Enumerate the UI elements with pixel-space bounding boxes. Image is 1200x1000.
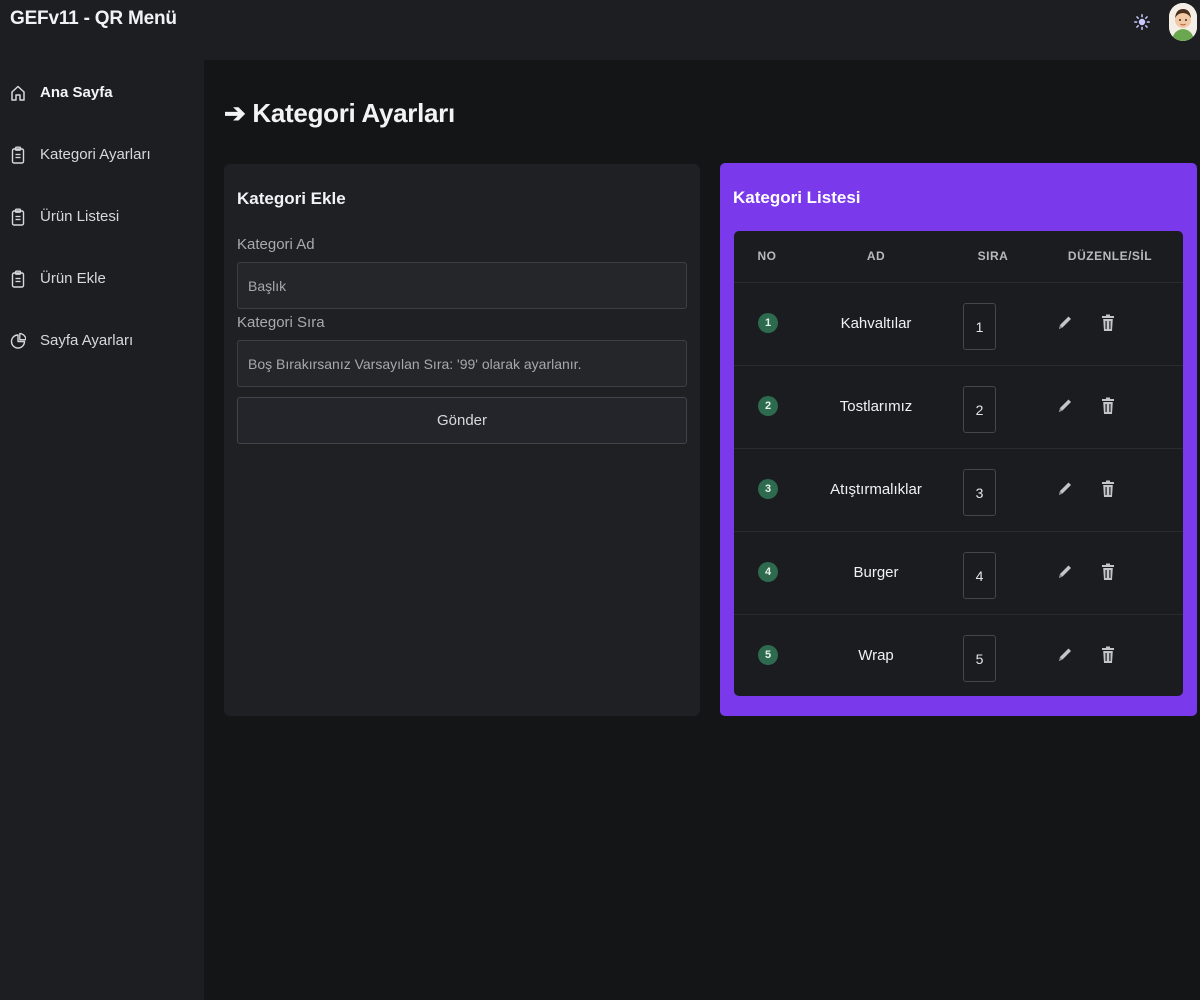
column-header-name: AD <box>866 249 886 263</box>
sidebar-item-ana-sayfa[interactable]: Ana Sayfa <box>0 72 204 112</box>
pencil-icon[interactable] <box>1056 396 1074 416</box>
pie-chart-icon <box>10 332 26 349</box>
table-row: 1 Kahvaltılar <box>734 282 1183 365</box>
trash-icon[interactable] <box>1100 479 1116 499</box>
trash-icon[interactable] <box>1100 645 1116 665</box>
order-input[interactable] <box>963 386 996 433</box>
trash-icon[interactable] <box>1100 562 1116 582</box>
sidebar-item-sayfa-ayarlari[interactable]: Sayfa Ayarları <box>0 320 204 360</box>
pencil-icon[interactable] <box>1056 645 1074 665</box>
table-row: 2 Tostlarımız <box>734 365 1183 448</box>
category-name: Kahvaltılar <box>840 315 912 332</box>
table-row: 4 Burger <box>734 531 1183 614</box>
add-category-card: Kategori Ekle Kategori Ad Kategori Sıra … <box>224 164 700 716</box>
category-list-title: Kategori Listesi <box>733 188 861 207</box>
row-number-badge: 1 <box>758 313 778 333</box>
pencil-icon[interactable] <box>1056 313 1074 333</box>
category-name: Burger <box>853 564 899 581</box>
category-order-input[interactable] <box>237 340 687 387</box>
column-header-order: SIRA <box>977 249 1009 263</box>
main-content: ➔ Kategori Ayarları Kategori Ekle Katego… <box>204 60 1200 1000</box>
trash-icon[interactable] <box>1100 313 1116 333</box>
order-input[interactable] <box>963 552 996 599</box>
submit-button[interactable]: Gönder <box>237 397 687 444</box>
sidebar-item-label: Sayfa Ayarları <box>40 332 134 349</box>
sidebar-item-urun-listesi[interactable]: Ürün Listesi <box>0 196 204 236</box>
table-row: 5 Wrap <box>734 614 1183 696</box>
avatar[interactable] <box>1169 3 1197 41</box>
sidebar-item-label: Ürün Listesi <box>40 208 120 225</box>
table-row: 3 Atıştırmalıklar <box>734 448 1183 531</box>
category-name-input[interactable] <box>237 262 687 309</box>
column-header-actions: DÜZENLE/SİL <box>1067 249 1153 263</box>
category-order-label: Kategori Sıra <box>237 314 325 331</box>
sun-icon[interactable] <box>1130 10 1154 34</box>
order-input[interactable] <box>963 469 996 516</box>
add-category-title: Kategori Ekle <box>237 189 346 208</box>
row-number-badge: 4 <box>758 562 778 582</box>
top-bar: GEFv11 - QR Menü <box>0 0 1200 60</box>
category-table: NO AD SIRA DÜZENLE/SİL 1 Kahvaltılar 1 2… <box>734 231 1183 696</box>
category-name: Tostlarımız <box>839 398 913 415</box>
category-name: Atıştırmalıklar <box>830 481 922 498</box>
sidebar-item-kategori-ayarlari[interactable]: Kategori Ayarları <box>0 134 204 174</box>
trash-icon[interactable] <box>1100 396 1116 416</box>
sidebar: Ana Sayfa Kategori Ayarları Ürün Listesi… <box>0 60 204 1000</box>
category-name-label: Kategori Ad <box>237 236 315 253</box>
column-header-no: NO <box>757 249 777 263</box>
page-title: ➔ Kategori Ayarları <box>224 98 455 128</box>
clipboard-icon <box>11 270 25 288</box>
clipboard-icon <box>11 146 25 164</box>
app-title: GEFv11 - QR Menü <box>10 8 177 29</box>
pencil-icon[interactable] <box>1056 562 1074 582</box>
sidebar-item-label: Ana Sayfa <box>40 84 113 101</box>
category-list-card: Kategori Listesi NO AD SIRA DÜZENLE/SİL … <box>720 163 1197 716</box>
sidebar-item-label: Kategori Ayarları <box>40 146 151 163</box>
order-input[interactable] <box>963 635 996 682</box>
row-number-badge: 5 <box>758 645 778 665</box>
clipboard-icon <box>11 208 25 226</box>
order-input[interactable] <box>963 303 996 350</box>
pencil-icon[interactable] <box>1056 479 1074 499</box>
row-number-badge: 3 <box>758 479 778 499</box>
category-name: Wrap <box>858 647 894 664</box>
home-icon <box>11 85 25 101</box>
sidebar-item-urun-ekle[interactable]: Ürün Ekle <box>0 258 204 298</box>
row-number-badge: 2 <box>758 396 778 416</box>
sidebar-item-label: Ürün Ekle <box>40 270 106 287</box>
